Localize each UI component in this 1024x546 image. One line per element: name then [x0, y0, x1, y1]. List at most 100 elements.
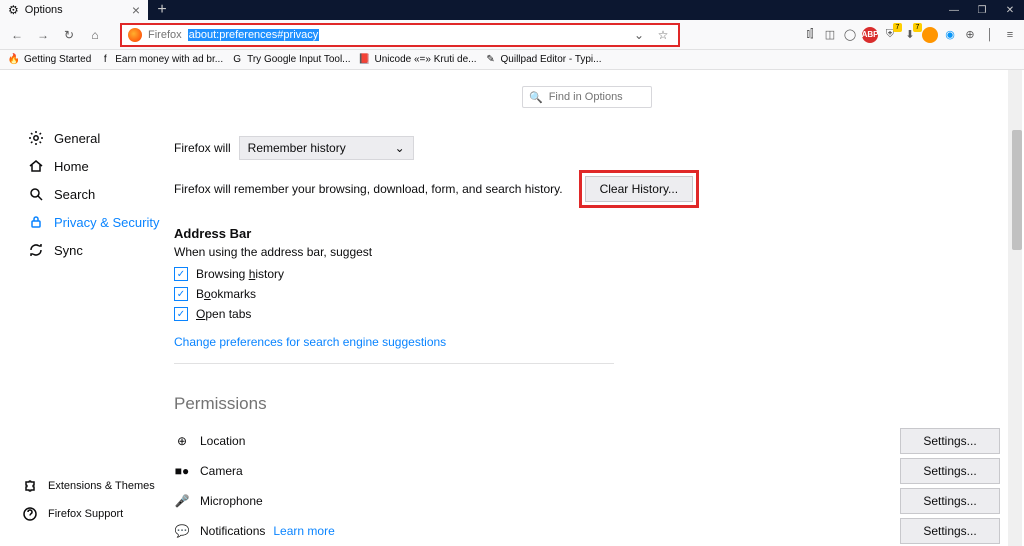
- search-icon: 🔍: [529, 91, 543, 104]
- bookmark-item[interactable]: G Try Google Input Tool...: [231, 54, 350, 66]
- ext-orange-icon[interactable]: [922, 27, 938, 43]
- window-controls: — ❐ ✕: [940, 0, 1024, 20]
- nav-toolbar: ← → ↻ ⌂ Firefox about:preferences#privac…: [0, 20, 1024, 50]
- gear-icon: [28, 130, 44, 146]
- sidebar-item-label: Privacy & Security: [54, 215, 159, 230]
- settings-button[interactable]: Settings...: [900, 428, 1000, 454]
- url-bar[interactable]: Firefox about:preferences#privacy ⌄ ☆: [120, 23, 680, 47]
- bookmark-item[interactable]: f Earn money with ad br...: [99, 54, 223, 66]
- address-bar-subtitle: When using the address bar, suggest: [174, 245, 1000, 259]
- permission-row-camera: ■● Camera Settings...: [174, 458, 1000, 484]
- content: General Home Search Privacy & Security Sync E…: [0, 70, 1024, 546]
- sidebar-item-label: General: [54, 131, 100, 146]
- sidebar-item-label: Search: [54, 187, 95, 202]
- sidebar-item-search[interactable]: Search: [0, 180, 172, 208]
- toolbar-extensions: ⫾⫿ ◫ ◯ ABP ⛨7 ⬇7 ◉ ⊕ │ ≡: [802, 27, 1018, 43]
- permission-row-notifications: 💬Notifications Learn moreSettings...: [174, 518, 1000, 544]
- search-suggestions-link[interactable]: Change preferences for search engine sug…: [174, 335, 446, 349]
- permissions-heading: Permissions: [174, 394, 1000, 414]
- close-window-button[interactable]: ✕: [996, 0, 1024, 20]
- bookmark-icon: ✎: [485, 54, 497, 66]
- learn-more-link[interactable]: Learn more: [273, 524, 334, 538]
- bookmark-item[interactable]: 🔥Getting Started: [8, 54, 91, 66]
- bookmark-item[interactable]: 📕Unicode «=» Kruti de...: [359, 54, 477, 66]
- sidebar-item-label: Firefox Support: [48, 508, 123, 520]
- bookmark-label: Earn money with ad br...: [115, 54, 223, 65]
- shield-icon[interactable]: ⛨7: [882, 27, 898, 43]
- cam-icon: ■●: [174, 463, 190, 479]
- settings-button[interactable]: Settings...: [900, 488, 1000, 514]
- bookmark-label: Quillpad Editor - Typi...: [501, 54, 602, 65]
- sidebar-item-privacy-security[interactable]: Privacy & Security: [0, 208, 172, 236]
- new-tab-button[interactable]: +: [148, 0, 176, 20]
- sidebar-icon[interactable]: ◫: [822, 27, 838, 43]
- checkbox[interactable]: ✓: [174, 267, 188, 281]
- library-icon[interactable]: ⫾⫿: [802, 27, 818, 43]
- preferences-sidebar: General Home Search Privacy & Security Sync E…: [0, 70, 172, 546]
- divider: │: [982, 27, 998, 43]
- checkbox[interactable]: ✓: [174, 287, 188, 301]
- permission-label: Camera: [200, 464, 243, 478]
- checkbox-label: Browsing history: [196, 267, 284, 281]
- find-in-options[interactable]: 🔍 Find in Options: [522, 86, 652, 108]
- forward-button[interactable]: →: [32, 24, 54, 46]
- search-placeholder: Find in Options: [549, 91, 623, 103]
- mic-icon: 🎤: [174, 493, 190, 509]
- permission-label: Location: [200, 434, 245, 448]
- minimize-button[interactable]: —: [940, 0, 968, 20]
- bookmark-icon: G: [231, 54, 243, 66]
- tab-title: Options: [25, 4, 126, 16]
- address-bar-heading: Address Bar: [174, 226, 1000, 241]
- abp-icon[interactable]: ABP: [862, 27, 878, 43]
- bookmark-label: Try Google Input Tool...: [247, 54, 350, 65]
- permission-row-microphone: 🎤 Microphone Settings...: [174, 488, 1000, 514]
- bookmark-icon: f: [99, 54, 111, 66]
- chevron-down-icon[interactable]: ⌄: [630, 26, 648, 44]
- help-icon: [22, 506, 38, 522]
- settings-button[interactable]: Settings...: [900, 458, 1000, 484]
- preferences-main: 🔍 Find in Options Firefox will Remember …: [172, 70, 1024, 546]
- account-icon[interactable]: ◯: [842, 27, 858, 43]
- checkbox-label: Bookmarks: [196, 287, 256, 301]
- firefox-icon: [128, 28, 142, 42]
- permission-label: Microphone: [200, 494, 263, 508]
- clear-history-button[interactable]: Clear History...: [585, 176, 693, 202]
- reload-button[interactable]: ↻: [58, 24, 80, 46]
- downloads-icon[interactable]: ⬇7: [902, 27, 918, 43]
- sidebar-item-firefox-support[interactable]: Firefox Support: [0, 500, 172, 528]
- sidebar-item-general[interactable]: General: [0, 124, 172, 152]
- settings-button[interactable]: Settings...: [900, 518, 1000, 544]
- permission-row-location: ⊕ Location Settings...: [174, 428, 1000, 454]
- bookmark-item[interactable]: ✎ Quillpad Editor - Typi...: [485, 54, 602, 66]
- browser-tab[interactable]: ⚙ Options ×: [0, 0, 148, 20]
- sync-icon: [28, 242, 44, 258]
- back-button[interactable]: ←: [6, 24, 28, 46]
- bookmark-icon: 📕: [359, 54, 371, 66]
- bookmark-label: Getting Started: [24, 54, 91, 65]
- gear-icon: ⚙: [8, 3, 19, 17]
- scrollbar-thumb[interactable]: [1012, 130, 1022, 250]
- sidebar-item-extensions-themes[interactable]: Extensions & Themes: [0, 472, 172, 500]
- star-icon[interactable]: ☆: [654, 26, 672, 44]
- loc-icon: ⊕: [174, 433, 190, 449]
- checkbox-label: Open tabs: [196, 307, 251, 321]
- clear-history-highlight: Clear History...: [579, 170, 699, 208]
- chevron-down-icon: ⌄: [395, 141, 405, 155]
- zoom-icon[interactable]: ⊕: [962, 27, 978, 43]
- bookmarks-bar: 🔥Getting Started f Earn money with ad br..…: [0, 50, 1024, 70]
- close-icon[interactable]: ×: [132, 3, 140, 17]
- home-button[interactable]: ⌂: [84, 24, 106, 46]
- home-icon: [28, 158, 44, 174]
- sidebar-item-label: Home: [54, 159, 89, 174]
- sidebar-item-home[interactable]: Home: [0, 152, 172, 180]
- divider: [174, 363, 614, 364]
- sidebar-item-sync[interactable]: Sync: [0, 236, 172, 264]
- maximize-button[interactable]: ❐: [968, 0, 996, 20]
- messenger-icon[interactable]: ◉: [942, 27, 958, 43]
- menu-button[interactable]: ≡: [1002, 27, 1018, 43]
- sidebar-item-label: Sync: [54, 243, 83, 258]
- search-icon: [28, 186, 44, 202]
- checkbox[interactable]: ✓: [174, 307, 188, 321]
- permission-label: Notifications: [200, 524, 265, 538]
- history-mode-select[interactable]: Remember history ⌄: [239, 136, 414, 160]
